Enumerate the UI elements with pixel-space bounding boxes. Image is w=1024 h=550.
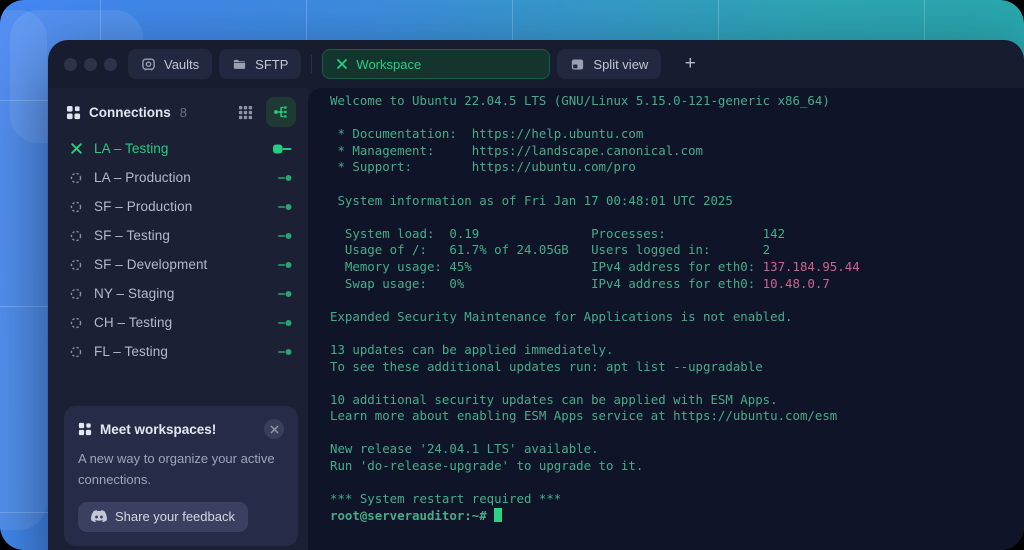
connected-indicator-icon[interactable] (277, 348, 292, 356)
tab-bar: Vaults SFTP Workspace (48, 40, 1024, 88)
connection-row[interactable]: LA – Production (48, 163, 308, 192)
discord-icon (91, 510, 107, 523)
host-icon (68, 344, 84, 360)
grid-view-button[interactable] (232, 99, 258, 125)
connection-label: NY – Staging (94, 286, 175, 301)
connection-label: SF – Development (94, 257, 207, 272)
connected-indicator-icon[interactable] (277, 174, 292, 182)
vault-icon (141, 57, 156, 72)
connections-header: Connections 8 (48, 88, 308, 132)
tab-split-view[interactable]: Split view (557, 49, 661, 79)
connected-indicator-icon[interactable] (277, 203, 292, 211)
connection-label: CH – Testing (94, 315, 172, 330)
connected-indicator-icon[interactable] (277, 319, 292, 327)
connections-title: Connections (89, 105, 171, 120)
close-tab-icon[interactable] (336, 58, 348, 70)
promo-card: Meet workspaces! A new way to organize y… (64, 406, 298, 546)
connected-indicator-icon[interactable] (277, 232, 292, 240)
tab-label: Workspace (356, 57, 421, 72)
window-minimize-button[interactable] (84, 58, 97, 71)
promo-title: Meet workspaces! (100, 422, 216, 437)
app-body: Connections 8 (48, 88, 1024, 550)
tab-label: Split view (593, 57, 648, 72)
connection-row[interactable]: LA – Testing (48, 134, 308, 163)
host-icon (68, 315, 84, 331)
tab-vaults[interactable]: Vaults (128, 49, 212, 79)
connection-label: SF – Production (94, 199, 192, 214)
host-icon (68, 286, 84, 302)
host-icon (68, 228, 84, 244)
app-window: Vaults SFTP Workspace (48, 40, 1024, 550)
connection-row[interactable]: SF – Production (48, 192, 308, 221)
host-icon (68, 199, 84, 215)
connection-row[interactable]: NY – Staging (48, 279, 308, 308)
sidebar: Connections 8 (48, 88, 308, 550)
host-icon (68, 170, 84, 186)
terminal-output[interactable]: Welcome to Ubuntu 22.04.5 LTS (GNU/Linux… (308, 88, 1024, 550)
window-close-button[interactable] (64, 58, 77, 71)
connection-row[interactable]: SF – Development (48, 250, 308, 279)
connected-indicator-icon[interactable] (277, 290, 292, 298)
connections-count: 8 (180, 105, 187, 120)
tab-workspace[interactable]: Workspace (322, 49, 550, 79)
promo-body-text: A new way to organize your active connec… (78, 448, 284, 491)
window-controls (64, 58, 117, 71)
tab-label: Vaults (164, 57, 199, 72)
new-tab-button[interactable]: + (676, 50, 704, 78)
connection-row[interactable]: CH – Testing (48, 308, 308, 337)
workspaces-grid-icon (66, 105, 81, 120)
screenshot-root: Vaults SFTP Workspace (0, 0, 1024, 550)
folder-icon (232, 57, 247, 72)
connection-label: SF – Testing (94, 228, 170, 243)
promo-header: Meet workspaces! (78, 419, 284, 439)
connection-label: FL – Testing (94, 344, 168, 359)
window-zoom-button[interactable] (104, 58, 117, 71)
tree-view-button[interactable] (266, 97, 296, 127)
connection-label: LA – Production (94, 170, 191, 185)
connected-indicator-icon[interactable] (273, 144, 292, 154)
connection-list: LA – Testing (48, 132, 308, 366)
tab-separator (311, 55, 312, 73)
workspaces-grid-icon (78, 422, 92, 436)
promo-close-icon[interactable] (264, 419, 284, 439)
share-feedback-button[interactable]: Share your feedback (78, 502, 248, 532)
connected-indicator-icon[interactable] (277, 261, 292, 269)
host-icon (68, 257, 84, 273)
connection-row[interactable]: SF – Testing (48, 221, 308, 250)
split-view-icon (570, 57, 585, 72)
connection-row[interactable]: FL – Testing (48, 337, 308, 366)
share-feedback-label: Share your feedback (115, 509, 235, 524)
tab-sftp[interactable]: SFTP (219, 49, 301, 79)
connection-label: LA – Testing (94, 141, 169, 156)
active-session-icon (68, 141, 84, 157)
tab-label: SFTP (255, 57, 288, 72)
